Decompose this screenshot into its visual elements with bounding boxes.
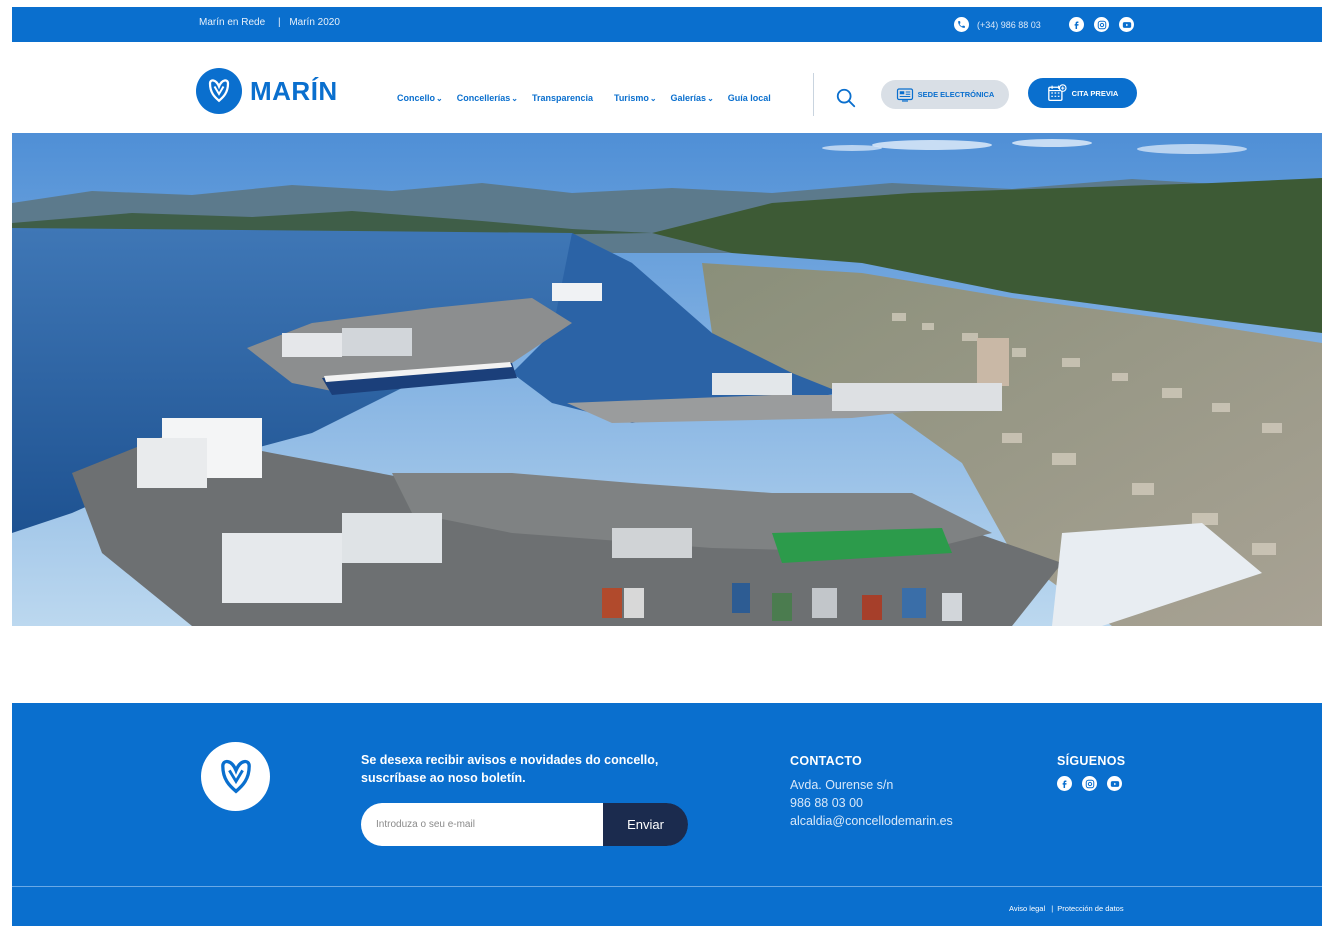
- aviso-legal-link[interactable]: Aviso legal: [1009, 904, 1045, 913]
- instagram-icon[interactable]: [1082, 776, 1097, 791]
- nav-label: Transparencia: [531, 93, 593, 103]
- instagram-icon[interactable]: [1094, 17, 1109, 32]
- chevron-down-icon: ⌄: [436, 94, 443, 103]
- footer-logo-icon[interactable]: [201, 742, 270, 811]
- marin-2020-link[interactable]: Marín 2020: [289, 17, 340, 28]
- calendar-icon: [1047, 84, 1067, 102]
- nav-label: Turismo: [613, 93, 649, 103]
- marin-logo-icon: [196, 68, 242, 114]
- legal-links: Aviso legal | Protección de datos: [1009, 904, 1124, 913]
- main-header: MARÍN Concello⌄ Concellerías⌄ Transparen…: [12, 42, 1322, 133]
- youtube-icon[interactable]: [1107, 776, 1122, 791]
- contact-phone[interactable]: 986 88 03 00: [790, 794, 953, 812]
- chevron-down-icon: ⌄: [707, 94, 714, 103]
- top-bar: Marín en Rede | Marín 2020 (+34) 986 88 …: [12, 7, 1322, 42]
- nav-item-galerias[interactable]: Galerías⌄: [671, 93, 714, 103]
- follow-section: SÍGUENOS: [1057, 754, 1125, 791]
- top-links-separator: |: [277, 17, 281, 28]
- nav-label: Concello: [397, 93, 436, 103]
- facebook-icon[interactable]: [1069, 17, 1084, 32]
- top-links: Marín en Rede | Marín 2020: [199, 17, 340, 28]
- newsletter-email-input[interactable]: [361, 803, 603, 846]
- logo-text: MARÍN: [250, 75, 338, 106]
- newsletter-text: Se desexa recibir avisos e novidades do …: [361, 753, 659, 785]
- nav-item-transparencia[interactable]: Transparencia: [532, 93, 593, 103]
- proteccion-datos-link[interactable]: Protección de datos: [1057, 904, 1123, 913]
- footer-divider: [12, 886, 1322, 887]
- contact-section: CONTACTO Avda. Ourense s/n 986 88 03 00 …: [790, 754, 953, 830]
- cita-previa-label: CITA PREVIA: [1071, 88, 1119, 98]
- follow-title: SÍGUENOS: [1057, 754, 1126, 768]
- cita-previa-button[interactable]: CITA PREVIA: [1028, 78, 1137, 108]
- nav-item-concello[interactable]: Concello⌄: [397, 93, 443, 103]
- contact-address: Avda. Ourense s/n: [790, 778, 894, 792]
- nav-label: Galerías: [670, 93, 707, 103]
- sede-electronica-label: SEDE ELECTRÓNICA: [917, 90, 995, 99]
- nav-label: Guía local: [727, 93, 771, 103]
- facebook-icon[interactable]: [1057, 776, 1072, 791]
- site-footer: Se desexa recibir avisos e novidades do …: [12, 703, 1322, 926]
- newsletter-submit-button[interactable]: Enviar: [603, 803, 688, 846]
- nav-item-turismo[interactable]: Turismo⌄: [614, 93, 657, 103]
- header-divider: [813, 73, 814, 116]
- contact-title: CONTACTO: [790, 754, 863, 768]
- phone-contact[interactable]: (+34) 986 88 03: [954, 17, 1041, 32]
- phone-number: (+34) 986 88 03: [977, 19, 1041, 30]
- nav-item-guia-local[interactable]: Guía local: [728, 93, 771, 103]
- newsletter-form: Enviar: [361, 803, 688, 846]
- site-logo[interactable]: MARÍN: [196, 68, 338, 114]
- sede-electronica-icon: [896, 87, 913, 102]
- phone-icon: [954, 17, 969, 32]
- nav-item-concellerias[interactable]: Concellerías⌄: [457, 93, 518, 103]
- hero-port-image: [12, 133, 1322, 626]
- nav-label: Concellerías: [456, 93, 511, 103]
- marin-en-rede-link[interactable]: Marín en Rede: [199, 17, 265, 28]
- footer-social-icons: [1057, 776, 1125, 791]
- youtube-icon[interactable]: [1119, 17, 1134, 32]
- chevron-down-icon: ⌄: [511, 94, 518, 103]
- legal-separator: |: [1051, 904, 1054, 913]
- search-icon[interactable]: [835, 87, 857, 114]
- contact-email[interactable]: alcaldia@concellodemarin.es: [790, 812, 953, 830]
- chevron-down-icon: ⌄: [649, 94, 657, 103]
- top-social-icons: [1069, 17, 1134, 32]
- sede-electronica-button[interactable]: SEDE ELECTRÓNICA: [881, 80, 1009, 109]
- main-nav: Concello⌄ Concellerías⌄ Transparencia Tu…: [397, 93, 785, 103]
